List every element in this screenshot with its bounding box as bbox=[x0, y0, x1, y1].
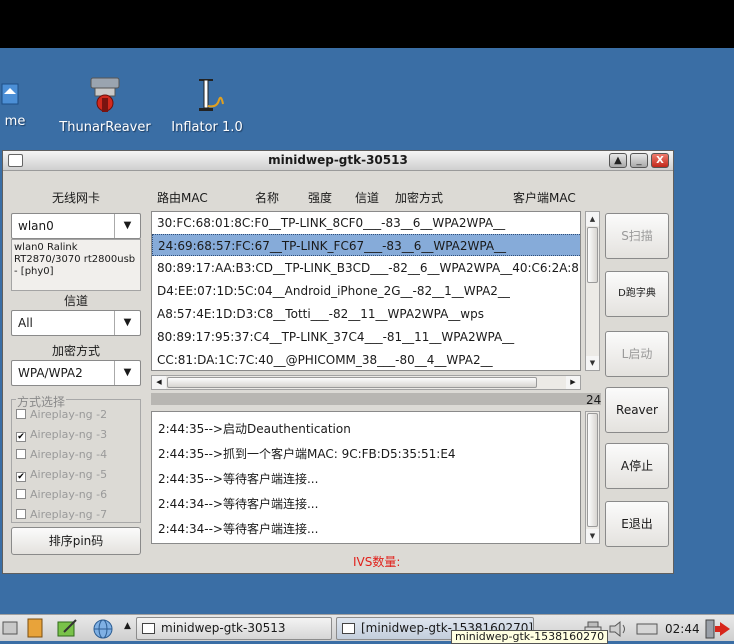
sort-pin-button[interactable]: 排序pin码 bbox=[11, 527, 141, 555]
attack-mode-group: 方式选择 Aireplay-ng -2 ✔ Aireplay-ng -3 Aire… bbox=[11, 393, 141, 523]
mode-checkbox[interactable]: ✔ Aireplay-ng -5 bbox=[16, 468, 107, 482]
exit-button[interactable]: E退出 bbox=[605, 501, 669, 547]
desktop-icon-label: me bbox=[4, 114, 26, 129]
home-icon bbox=[1, 83, 19, 105]
reaver-button[interactable]: Reaver bbox=[605, 387, 669, 433]
mode-checkbox[interactable]: Aireplay-ng -4 bbox=[16, 448, 107, 462]
top-black-bar bbox=[0, 0, 734, 48]
log-line: 2:44:34-->等待客户端连接... bbox=[158, 522, 319, 536]
desktop-icon-home[interactable]: me bbox=[0, 78, 30, 129]
log-line: 2:44:35-->启动Deauthentication bbox=[158, 422, 351, 436]
editor-icon[interactable] bbox=[56, 618, 78, 638]
scroll-left-icon[interactable]: ◀ bbox=[152, 376, 166, 389]
interface-value: wlan0 bbox=[18, 219, 54, 233]
interface-info: wlan0 Ralink RT2870/3070 rt2800usb - [ph… bbox=[11, 239, 141, 291]
desktop-icon-inflator[interactable]: Inflator 1.0 bbox=[165, 76, 249, 135]
network-row[interactable]: D4:EE:07:1D:5C:04__Android_iPhone_2G__-8… bbox=[152, 280, 580, 302]
minimize-button[interactable]: _ bbox=[630, 153, 648, 168]
chevron-down-icon: ▼ bbox=[114, 214, 140, 238]
network-row-selected[interactable]: 24:69:68:57:FC:67__TP-LINK_FC67___-83__6… bbox=[152, 234, 580, 256]
restore-button[interactable]: ▲ bbox=[609, 153, 627, 168]
scroll-down-icon[interactable]: ▼ bbox=[586, 529, 599, 543]
log-line: 2:44:34-->等待客户端连接... bbox=[158, 497, 319, 511]
encryption-select[interactable]: WPA/WPA2 ▼ bbox=[11, 360, 141, 386]
network-row[interactable]: 80:89:17:95:37:C4__TP-LINK_37C4___-81__1… bbox=[152, 326, 580, 348]
encryption-label: 加密方式 bbox=[51, 344, 100, 358]
dictionary-button[interactable]: D跑字典 bbox=[605, 271, 669, 317]
mode-checkbox[interactable]: ✔ Aireplay-ng -3 bbox=[16, 428, 107, 442]
browser-globe-icon[interactable] bbox=[92, 618, 114, 640]
drive-icon[interactable] bbox=[636, 621, 658, 637]
log-panel: 2:44:35-->启动Deauthentication 2:44:35-->抓… bbox=[151, 411, 581, 544]
header-strength: 强度 bbox=[308, 191, 333, 205]
ivs-count-label: IVS数量: bbox=[353, 555, 401, 569]
window-titlebar[interactable]: minidwep-gtk-30513 ▲ _ X bbox=[3, 151, 673, 171]
network-row[interactable]: CC:81:DA:1C:7C:40__@PHICOMM_38___-80__4_… bbox=[152, 349, 580, 370]
channel-select[interactable]: All ▼ bbox=[11, 310, 141, 336]
scroll-up-icon[interactable]: ▲ bbox=[586, 212, 599, 226]
header-client-mac: 客户端MAC bbox=[513, 191, 576, 205]
reaver-tool-icon bbox=[90, 77, 120, 112]
list-horizontal-scrollbar[interactable]: ◀ ▶ bbox=[151, 375, 581, 390]
launch-button[interactable]: L启动 bbox=[605, 331, 669, 377]
network-row[interactable]: A8:57:4E:1D:D3:C8__Totti___-82__11__WPA2… bbox=[152, 303, 580, 325]
clock: 02:44 bbox=[665, 622, 700, 636]
list-vertical-scrollbar[interactable]: ▲ ▼ bbox=[585, 211, 600, 371]
desktop-icon-label: ThunarReaver bbox=[59, 120, 151, 135]
scroll-thumb[interactable] bbox=[167, 377, 537, 388]
taskbar-tooltip: minidwep-gtk-1538160270 bbox=[451, 630, 609, 644]
menu-icon[interactable] bbox=[2, 620, 18, 636]
window-title: minidwep-gtk-30513 bbox=[268, 153, 408, 167]
channel-label: 信道 bbox=[63, 294, 88, 308]
stop-button[interactable]: A停止 bbox=[605, 443, 669, 489]
network-row[interactable]: 30:FC:68:01:8C:F0__TP-LINK_8CF0___-83__6… bbox=[152, 212, 580, 234]
scroll-right-icon[interactable]: ▶ bbox=[566, 376, 580, 389]
interface-select[interactable]: wlan0 ▼ bbox=[11, 213, 141, 239]
task-button-minidwep[interactable]: minidwep-gtk-30513 bbox=[136, 617, 332, 640]
taskbar: ▲ minidwep-gtk-30513 [minidwep-gtk-15381… bbox=[0, 614, 734, 641]
log-line: 2:44:35-->等待客户端连接... bbox=[158, 472, 319, 486]
logout-icon[interactable] bbox=[704, 618, 732, 640]
network-list[interactable]: 30:FC:68:01:8C:F0__TP-LINK_8CF0___-83__6… bbox=[151, 211, 581, 371]
window-icon bbox=[142, 623, 155, 634]
mode-checkbox[interactable]: Aireplay-ng -7 bbox=[16, 508, 107, 522]
triangle-up-icon[interactable]: ▲ bbox=[124, 621, 131, 631]
air-pump-icon bbox=[199, 79, 224, 111]
desktop-icon-label: Inflator 1.0 bbox=[171, 120, 243, 135]
encryption-value: WPA/WPA2 bbox=[18, 366, 83, 380]
header-name: 名称 bbox=[255, 191, 280, 205]
counter-value: 24 bbox=[586, 393, 602, 407]
chevron-down-icon: ▼ bbox=[114, 311, 140, 335]
scroll-thumb[interactable] bbox=[587, 227, 598, 283]
mode-checkbox[interactable]: Aireplay-ng -6 bbox=[16, 488, 107, 502]
desktop-icon-thunarreaver[interactable]: ThunarReaver bbox=[58, 76, 152, 135]
chevron-down-icon: ▼ bbox=[114, 361, 140, 385]
volume-icon[interactable] bbox=[608, 620, 630, 638]
file-manager-icon[interactable] bbox=[26, 618, 44, 638]
close-button[interactable]: X bbox=[651, 153, 669, 168]
network-row[interactable]: 80:89:17:AA:B3:CD__TP-LINK_B3CD___-82__6… bbox=[152, 257, 580, 279]
channel-value: All bbox=[18, 316, 33, 330]
progress-bar bbox=[151, 393, 601, 405]
task-label: minidwep-gtk-30513 bbox=[161, 621, 286, 635]
scan-button[interactable]: S扫描 bbox=[605, 213, 669, 259]
minidwep-window: minidwep-gtk-30513 ▲ _ X 无线网卡 wlan0 ▼ wl… bbox=[2, 150, 674, 574]
scroll-thumb[interactable] bbox=[587, 413, 598, 527]
log-line: 2:44:35-->抓到一个客户端MAC: 9C:FB:D5:35:51:E4 bbox=[158, 447, 456, 461]
log-vertical-scrollbar[interactable]: ▼ bbox=[585, 411, 600, 544]
scroll-down-icon[interactable]: ▼ bbox=[586, 356, 599, 370]
header-mac: 路由MAC bbox=[157, 191, 208, 205]
window-icon bbox=[342, 623, 355, 634]
header-encryption: 加密方式 bbox=[395, 191, 444, 205]
wireless-card-label: 无线网卡 bbox=[51, 191, 100, 205]
mode-checkbox[interactable]: Aireplay-ng -2 bbox=[16, 408, 107, 422]
header-channel: 信道 bbox=[355, 191, 380, 205]
